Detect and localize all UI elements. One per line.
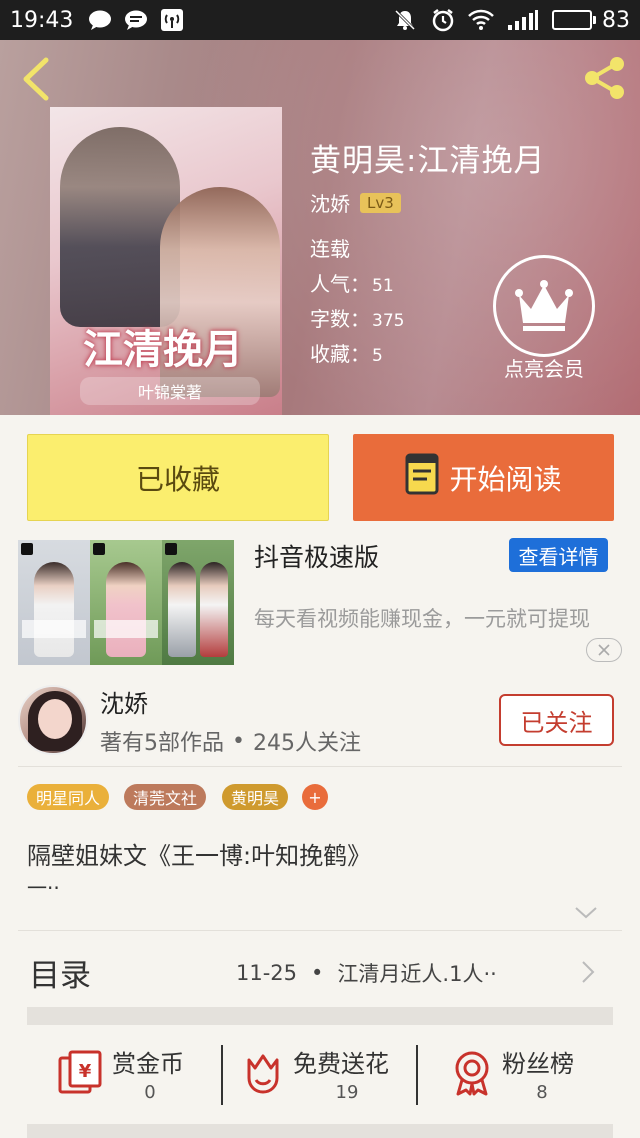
ad-close-button[interactable] xyxy=(586,638,622,662)
ad-description: 每天看视频能赚现金，一元就可提现 xyxy=(254,607,590,631)
author-works-count: 著有5部作品 xyxy=(100,731,224,756)
start-reading-button[interactable]: 开始阅读 xyxy=(353,434,614,521)
svg-text:¥: ¥ xyxy=(79,1061,92,1082)
tag-writing-club[interactable]: 清莞文社 xyxy=(124,784,207,810)
add-tag-button[interactable]: + xyxy=(302,784,328,810)
popularity-label: 人气： xyxy=(310,272,370,296)
coin-envelope-icon: ¥ xyxy=(58,1050,102,1094)
book-cover[interactable]: 江清挽月 叶锦棠著 xyxy=(50,107,282,415)
latest-chapter: 江清月近人.1人·· xyxy=(337,962,497,986)
separator-dot: • xyxy=(232,728,245,754)
mute-icon xyxy=(392,7,418,33)
author-stats: 著有5部作品 • 245人关注 xyxy=(100,725,361,757)
stat-divider xyxy=(416,1045,418,1105)
word-count-label: 字数： xyxy=(310,307,370,331)
chevron-down-icon xyxy=(575,907,597,919)
popularity-row: 人气： 51 xyxy=(310,268,394,297)
author-block-name[interactable]: 沈娇 xyxy=(100,684,148,719)
start-reading-label: 开始阅读 xyxy=(449,462,562,496)
chat-bubble-icon xyxy=(87,7,113,33)
stat-divider xyxy=(221,1045,223,1105)
ad-thumbnail-3[interactable] xyxy=(162,540,234,665)
section-separator xyxy=(27,1007,613,1025)
ad-title[interactable]: 抖音极速版 xyxy=(254,538,379,574)
fan-ranking-value: 8 xyxy=(536,1082,548,1103)
word-count-row: 字数： 375 xyxy=(310,303,404,332)
ad-thumbnail-1[interactable] xyxy=(18,540,90,665)
level-badge: Lv3 xyxy=(360,192,401,213)
back-button[interactable] xyxy=(14,54,58,104)
crown-icon xyxy=(515,280,573,331)
word-count-value: 375 xyxy=(372,311,405,331)
popularity-value: 51 xyxy=(372,276,394,296)
fan-ranking-label: 粉丝榜 xyxy=(502,1050,574,1078)
ad-detail-button[interactable]: 查看详情 xyxy=(509,538,608,572)
catalog-date: 11-25 xyxy=(236,961,298,985)
author-row: 沈娇 Lv3 xyxy=(310,188,401,217)
broadcast-icon xyxy=(159,7,185,33)
status-right: 83 xyxy=(392,7,630,33)
vip-label: 点亮会员 xyxy=(504,357,584,381)
reward-coin-label: 赏金币 xyxy=(112,1050,184,1078)
wifi-icon xyxy=(468,7,494,33)
author-followers: 245人关注 xyxy=(252,731,361,756)
battery-level: 83 xyxy=(602,7,630,33)
vip-button[interactable]: 点亮会员 xyxy=(493,255,595,385)
reward-coin-value: 0 xyxy=(144,1082,156,1103)
cover-author-art: 叶锦棠著 xyxy=(80,377,260,405)
description-line-1: 隔壁姐妹文《王一博:叶知挽鹤》 xyxy=(27,842,372,870)
fan-ranking-stat[interactable]: 粉丝榜 8 xyxy=(452,1040,592,1110)
battery-icon xyxy=(552,10,596,30)
status-bar: 19:43 83 xyxy=(0,0,640,40)
medal-icon xyxy=(455,1051,489,1096)
tag-star-fanfic[interactable]: 明星同人 xyxy=(27,784,110,810)
tag-huang-minghao[interactable]: 黄明昊 xyxy=(222,784,289,810)
favorites-label: 收藏： xyxy=(310,342,370,366)
author-name[interactable]: 沈娇 xyxy=(310,188,350,217)
author-avatar[interactable] xyxy=(18,685,88,755)
free-flower-value: 19 xyxy=(335,1082,359,1103)
vip-circle xyxy=(493,255,595,357)
expand-description-button[interactable] xyxy=(574,905,598,921)
message-icon xyxy=(123,7,149,33)
ad-thumbnail-2[interactable] xyxy=(90,540,162,665)
alarm-icon xyxy=(430,7,456,33)
share-icon xyxy=(585,57,624,99)
favorites-row: 收藏： 5 xyxy=(310,338,383,367)
catalog-open-button[interactable] xyxy=(581,960,595,984)
book-header: 江清挽月 叶锦棠著 黄明昊:江清挽月 沈娇 Lv3 连载 人气： 51 字数： 37… xyxy=(0,40,640,415)
status-time: 19:43 xyxy=(10,7,74,33)
divider xyxy=(18,930,622,931)
signal-icon xyxy=(506,7,540,33)
section-separator xyxy=(27,1124,613,1138)
cover-title-art: 江清挽月 xyxy=(83,326,243,373)
catalog-label[interactable]: 目录 xyxy=(29,950,91,995)
chevron-right-icon xyxy=(582,961,595,983)
free-flower-stat[interactable]: 免费送花 19 xyxy=(243,1040,413,1110)
chevron-left-icon xyxy=(23,57,49,101)
description-line-2: 一·· xyxy=(27,876,60,900)
separator-dot: • xyxy=(311,961,324,985)
divider xyxy=(18,766,622,767)
free-flower-label: 免费送花 xyxy=(293,1050,389,1078)
reward-coin-stat[interactable]: ¥ 赏金币 0 xyxy=(56,1040,216,1110)
share-button[interactable] xyxy=(580,54,628,102)
follow-button[interactable]: 已关注 xyxy=(499,694,614,746)
book-title: 黄明昊:江清挽月 xyxy=(310,143,546,179)
catalog-latest[interactable]: 11-25 • 江清月近人.1人·· xyxy=(236,958,497,988)
flower-icon xyxy=(247,1054,279,1094)
serial-status: 连载 xyxy=(310,237,350,261)
collected-button[interactable]: 已收藏 xyxy=(27,434,329,521)
book-icon xyxy=(405,453,439,502)
close-icon xyxy=(598,644,610,656)
favorites-value: 5 xyxy=(372,346,383,366)
